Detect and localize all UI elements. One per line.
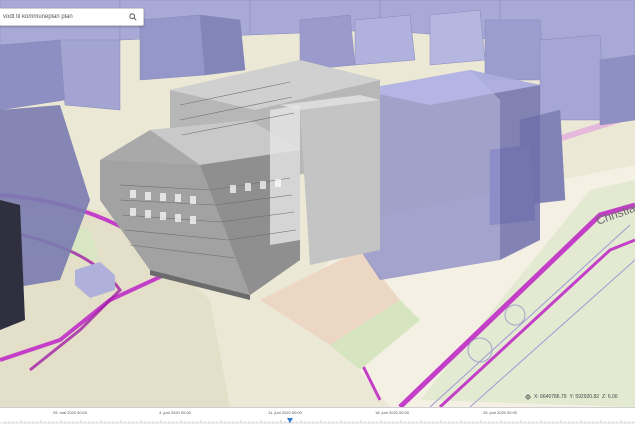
time-marker-icon[interactable] <box>287 418 293 423</box>
3d-scene[interactable]: Christian <box>0 0 635 407</box>
crosshair-icon <box>525 394 531 400</box>
coordinate-x: X: 6640786.79 <box>534 394 567 400</box>
search-box[interactable] <box>0 8 144 26</box>
map-viewport[interactable]: Christian X: 6640786.79 Y: 592920.82 Z: … <box>0 0 635 425</box>
search-icon[interactable] <box>127 11 139 23</box>
timeline-track[interactable] <box>0 415 635 425</box>
coordinates-readout: X: 6640786.79 Y: 592920.82 Z: 6.00 <box>525 392 635 402</box>
coordinate-z: Z: 6.00 <box>602 394 618 400</box>
search-input[interactable] <box>3 14 127 20</box>
timeline[interactable]: 29. mai 2020 00:00 4. juni 2020 00:00 11… <box>0 407 635 425</box>
coordinate-y: Y: 592920.82 <box>569 394 600 400</box>
